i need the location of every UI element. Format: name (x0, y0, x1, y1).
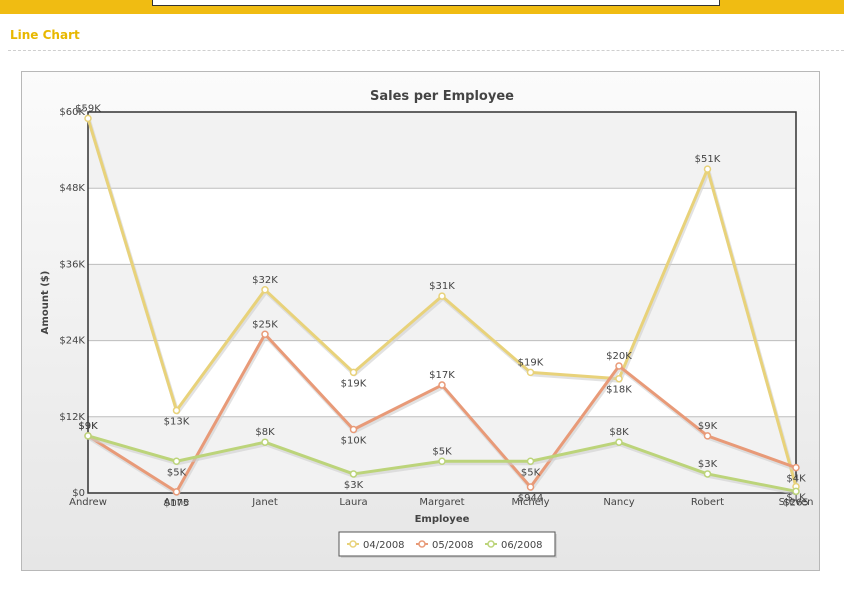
x-tick-label: Janet (251, 497, 278, 508)
legend-swatch-marker (418, 540, 426, 548)
data-label: $32K (252, 275, 278, 286)
y-tick-label: $36K (59, 259, 85, 270)
legend-label: 04/2008 (363, 540, 405, 551)
data-label: $31K (429, 281, 455, 292)
data-point (526, 457, 535, 465)
data-label: $5K (521, 467, 541, 478)
data-label: $19K (341, 378, 367, 389)
plot-band (88, 188, 796, 265)
data-point (84, 432, 92, 440)
plot-band (88, 264, 796, 341)
data-point (438, 381, 446, 389)
data-label: $10K (341, 436, 367, 447)
data-point (172, 457, 181, 465)
data-label: $5K (432, 446, 452, 457)
y-tick-label: $24K (59, 336, 85, 347)
x-tick-label: Laura (339, 497, 367, 508)
data-label: $8K (255, 427, 275, 438)
data-label: $265 (783, 497, 808, 508)
x-tick-label: Robert (691, 497, 724, 508)
line-chart: $0$12K$24K$36K$48K$60KAndrew Anne Janet Lau… (40, 89, 813, 558)
data-label: $9K (698, 421, 718, 432)
legend-label: 06/2008 (501, 540, 543, 551)
plot-band (88, 112, 796, 189)
y-tick-label: $48K (59, 183, 85, 194)
data-label: $18K (606, 385, 632, 396)
data-point (349, 470, 358, 478)
data-point (615, 362, 623, 370)
x-axis-label: Employee (415, 514, 470, 525)
data-point (261, 438, 269, 446)
data-point (438, 292, 446, 300)
data-label: $20K (606, 351, 632, 362)
data-point (615, 374, 623, 383)
legend-swatch-marker (349, 540, 357, 548)
data-label: $13K (164, 416, 190, 427)
data-point (438, 457, 446, 465)
data-point (349, 425, 358, 434)
data-point (261, 286, 269, 294)
data-label: $175 (164, 498, 189, 509)
data-label: $3K (344, 480, 364, 491)
data-label: $19K (518, 357, 544, 368)
x-tick-label: Margaret (419, 497, 464, 508)
legend-swatch-marker (487, 540, 495, 548)
data-label: $8K (609, 427, 629, 438)
data-point (261, 330, 269, 338)
data-point (172, 406, 181, 415)
data-point (172, 488, 181, 496)
data-point (792, 463, 800, 472)
data-label: $25K (252, 319, 278, 330)
data-label: $944 (518, 493, 543, 504)
chart-title: Sales per Employee (370, 89, 514, 104)
data-point (703, 470, 712, 478)
legend-label: 05/2008 (432, 540, 474, 551)
data-label: $4K (786, 474, 806, 485)
data-point (615, 438, 623, 446)
data-label: $17K (429, 370, 455, 381)
data-point (526, 483, 535, 491)
data-point (349, 368, 358, 377)
x-tick-label: Nancy (603, 497, 634, 508)
data-point (792, 487, 800, 496)
data-point (703, 165, 712, 173)
data-label: $3K (698, 459, 718, 470)
data-point (703, 432, 712, 440)
data-label: $5K (167, 467, 187, 478)
data-label: $51K (695, 154, 721, 165)
x-tick-label: Andrew (69, 497, 107, 508)
y-axis-label: Amount ($) (40, 271, 51, 335)
data-label: $59K (75, 103, 101, 114)
data-label: $9K (78, 421, 98, 432)
data-point (84, 114, 92, 123)
data-point (526, 368, 535, 377)
